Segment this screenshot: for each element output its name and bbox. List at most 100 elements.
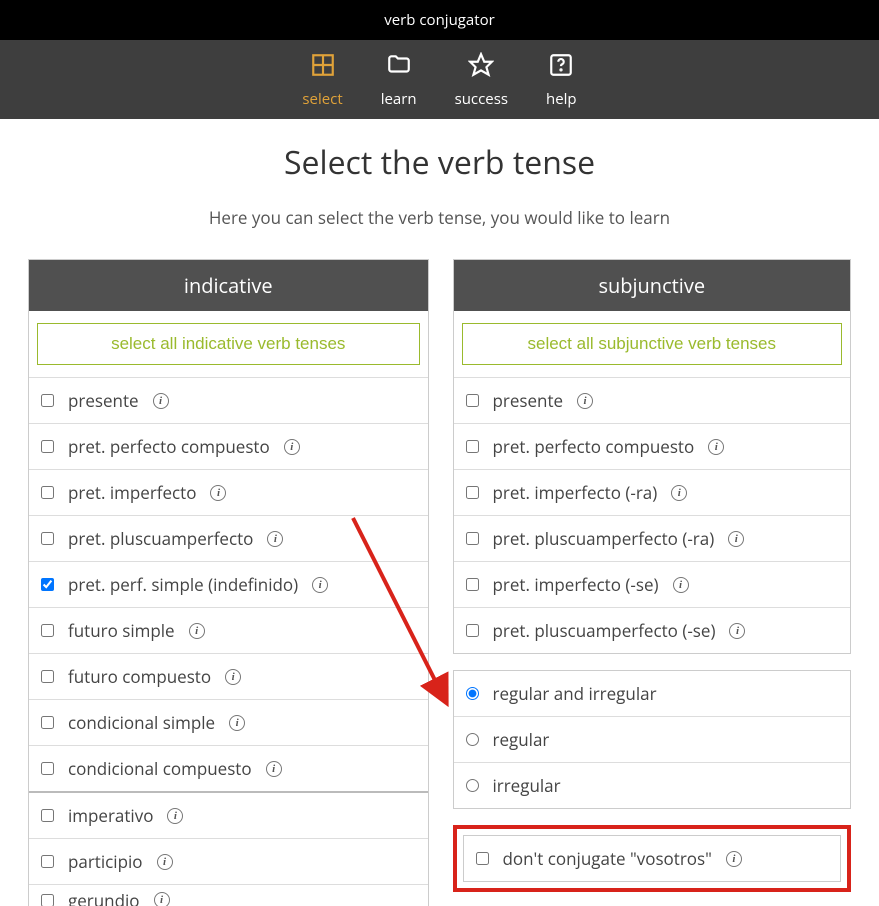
tense-checkbox[interactable] (41, 532, 54, 545)
info-icon[interactable]: i (729, 623, 745, 639)
info-icon[interactable]: i (312, 577, 328, 593)
tense-row[interactable]: presente i (29, 377, 428, 423)
regularity-radio[interactable] (466, 779, 479, 792)
regularity-option[interactable]: regular and irregular (454, 671, 851, 716)
tense-label: pret. pluscuamperfecto (-se) (493, 619, 716, 642)
info-icon[interactable]: i (671, 485, 687, 501)
tense-checkbox[interactable] (41, 578, 54, 591)
tense-checkbox[interactable] (41, 486, 54, 499)
tense-label: pret. imperfecto (-se) (493, 573, 659, 596)
tense-checkbox[interactable] (466, 532, 479, 545)
tense-checkbox[interactable] (41, 394, 54, 407)
info-icon[interactable]: i (167, 808, 183, 824)
tense-checkbox[interactable] (41, 855, 54, 868)
select-all-subjunctive-button[interactable]: select all subjunctive verb tenses (462, 323, 843, 365)
tense-checkbox[interactable] (466, 486, 479, 499)
tense-label: pret. perf. simple (indefinido) (68, 573, 298, 596)
folder-icon (386, 52, 412, 83)
info-icon[interactable]: i (708, 439, 724, 455)
info-icon[interactable]: i (266, 761, 282, 777)
star-icon (468, 52, 494, 83)
vosotros-option[interactable]: don't conjugate "vosotros" i (463, 835, 842, 882)
tense-row[interactable]: pret. perfecto compuesto i (29, 423, 428, 469)
tense-checkbox[interactable] (466, 578, 479, 591)
tense-row[interactable]: gerundio i (29, 884, 428, 906)
tense-checkbox[interactable] (41, 440, 54, 453)
vosotros-label: don't conjugate "vosotros" (503, 847, 712, 870)
regularity-option[interactable]: irregular (454, 762, 851, 808)
tense-row[interactable]: futuro simple i (29, 607, 428, 653)
tense-row[interactable]: pret. perf. simple (indefinido) i (29, 561, 428, 607)
subjunctive-tense-list: presente i pret. perfecto compuesto i pr… (454, 377, 851, 653)
info-icon[interactable]: i (577, 393, 593, 409)
top-nav: select learn success help (0, 40, 879, 119)
vosotros-checkbox[interactable] (476, 852, 489, 865)
info-icon[interactable]: i (728, 531, 744, 547)
nav-learn[interactable]: learn (381, 52, 417, 109)
tense-label: presente (493, 389, 564, 412)
tense-row[interactable]: condicional compuesto i (29, 745, 428, 791)
tense-checkbox[interactable] (41, 809, 54, 822)
select-all-indicative-button[interactable]: select all indicative verb tenses (37, 323, 420, 365)
page-subtitle: Here you can select the verb tense, you … (0, 206, 879, 229)
tense-label: futuro compuesto (68, 665, 211, 688)
info-icon[interactable]: i (726, 851, 742, 867)
tense-label: pret. pluscuamperfecto (-ra) (493, 527, 715, 550)
tense-label: condicional compuesto (68, 757, 252, 780)
tense-checkbox[interactable] (466, 394, 479, 407)
info-icon[interactable]: i (189, 623, 205, 639)
page-title: Select the verb tense (0, 141, 879, 184)
tense-row[interactable]: participio i (29, 838, 428, 884)
tense-row[interactable]: presente i (454, 377, 851, 423)
subjunctive-header: subjunctive (454, 260, 851, 311)
info-icon[interactable]: i (229, 715, 245, 731)
tense-row[interactable]: pret. imperfecto i (29, 469, 428, 515)
regularity-options: regular and irregular regular irregular (453, 670, 852, 809)
regularity-radio[interactable] (466, 687, 479, 700)
tense-row[interactable]: pret. pluscuamperfecto (-ra) i (454, 515, 851, 561)
info-icon[interactable]: i (153, 393, 169, 409)
nav-label: help (546, 89, 577, 109)
tense-label: presente (68, 389, 139, 412)
tense-row[interactable]: pret. perfecto compuesto i (454, 423, 851, 469)
tense-label: participio (68, 850, 143, 873)
vosotros-highlight-box: don't conjugate "vosotros" i (453, 825, 852, 892)
tense-checkbox[interactable] (41, 894, 54, 906)
tense-label: imperativo (68, 804, 153, 827)
tense-checkbox[interactable] (466, 440, 479, 453)
regularity-option[interactable]: regular (454, 716, 851, 762)
info-icon[interactable]: i (673, 577, 689, 593)
tense-row[interactable]: imperativo i (29, 791, 428, 838)
info-icon[interactable]: i (267, 531, 283, 547)
option-label: irregular (493, 774, 561, 797)
tense-checkbox[interactable] (466, 624, 479, 637)
tense-label: pret. imperfecto (-ra) (493, 481, 658, 504)
nav-success[interactable]: success (455, 52, 508, 109)
indicative-tense-list: presente i pret. perfecto compuesto i pr… (29, 377, 428, 906)
tense-label: pret. perfecto compuesto (493, 435, 695, 458)
tense-checkbox[interactable] (41, 716, 54, 729)
tense-row[interactable]: futuro compuesto i (29, 653, 428, 699)
nav-label: learn (381, 89, 417, 109)
tense-row[interactable]: pret. pluscuamperfecto (-se) i (454, 607, 851, 653)
tense-row[interactable]: pret. imperfecto (-ra) i (454, 469, 851, 515)
regularity-radio[interactable] (466, 733, 479, 746)
help-icon (548, 52, 574, 83)
info-icon[interactable]: i (157, 854, 173, 870)
option-label: regular (493, 728, 550, 751)
tense-row[interactable]: pret. pluscuamperfecto i (29, 515, 428, 561)
info-icon[interactable]: i (225, 669, 241, 685)
tense-row[interactable]: pret. imperfecto (-se) i (454, 561, 851, 607)
tense-checkbox[interactable] (41, 762, 54, 775)
info-icon[interactable]: i (154, 892, 170, 906)
nav-select[interactable]: select (302, 52, 342, 109)
tense-checkbox[interactable] (41, 624, 54, 637)
info-icon[interactable]: i (284, 439, 300, 455)
tense-label: futuro simple (68, 619, 175, 642)
nav-help[interactable]: help (546, 52, 577, 109)
tense-row[interactable]: condicional simple i (29, 699, 428, 745)
info-icon[interactable]: i (210, 485, 226, 501)
nav-label: select (302, 89, 342, 109)
tense-checkbox[interactable] (41, 670, 54, 683)
indicative-header: indicative (29, 260, 428, 311)
